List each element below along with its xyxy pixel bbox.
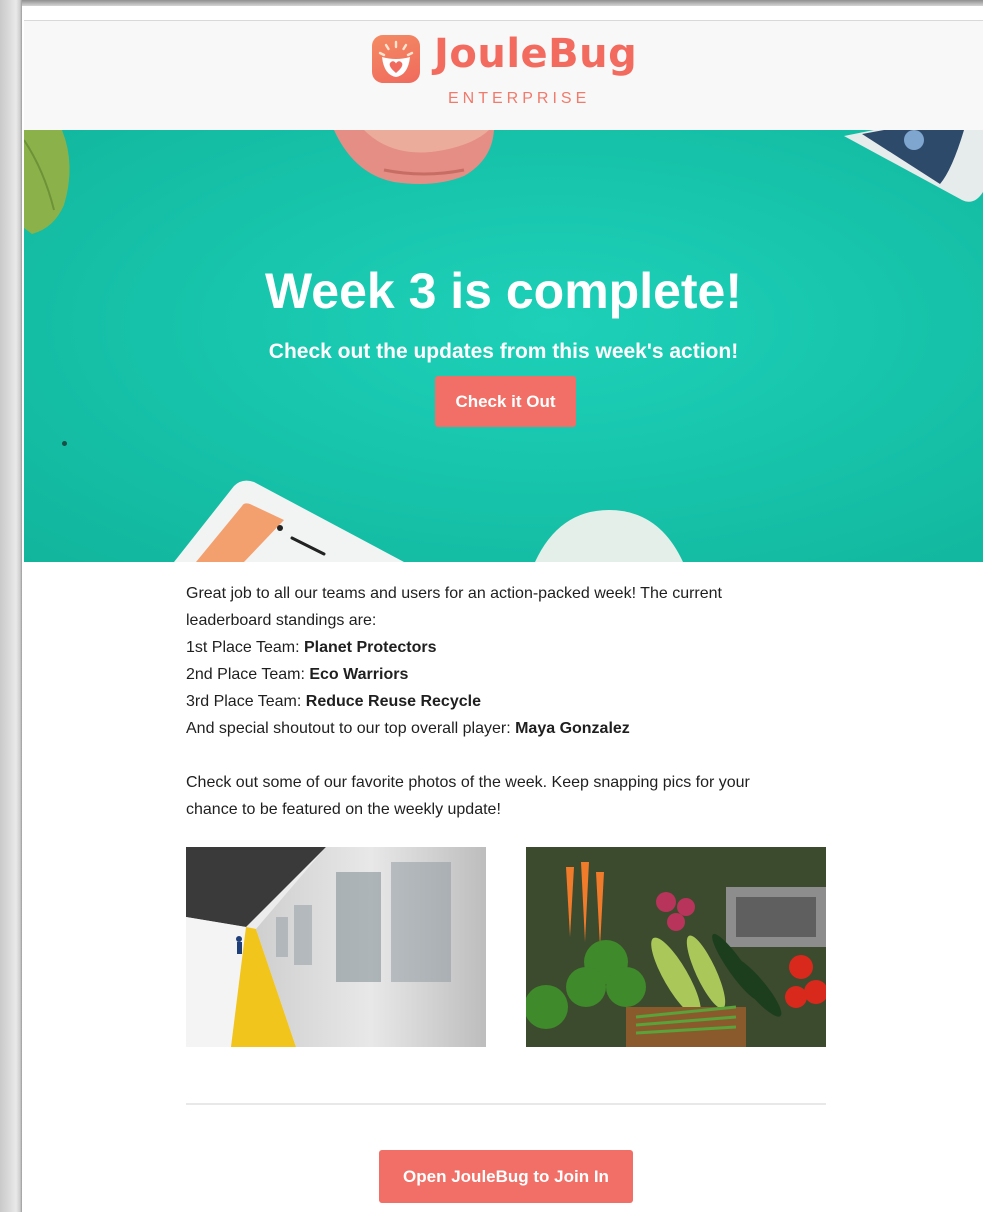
vegetable-market-photo[interactable] [526,847,826,1047]
hero-banner: Week 3 is complete! Check out the update… [24,130,983,562]
standing-label: 2nd Place Team: [186,666,310,683]
photos-intro-line: chance to be featured on the weekly upda… [186,801,501,818]
leaf-decoration [24,130,70,234]
subway-train-photo[interactable] [186,847,486,1047]
intro-line: Great job to all our teams and users for… [186,585,722,602]
phone-decoration-top [844,130,983,202]
joulebug-logo[interactable]: JouleBug ENTERPRISE [372,31,652,115]
logo-wordmark: JouleBug [434,31,638,77]
bulb-decoration [535,510,683,562]
team-name: Eco Warriors [309,666,409,683]
hero-title: Week 3 is complete! [264,263,743,319]
open-joulebug-button[interactable]: Open JouleBug to Join In [379,1150,633,1203]
standing-first: 1st Place Team: Planet Protectors [186,634,836,661]
lightbulb-heart-icon [372,35,420,83]
standing-label: 1st Place Team: [186,639,304,656]
email-header: JouleBug ENTERPRISE [24,20,983,145]
standing-label: 3rd Place Team: [186,693,306,710]
phone-decoration-bottom [174,480,404,562]
email-page: JouleBug ENTERPRISE Week 3 is complete! … [24,6,983,1212]
logo-subtitle: ENTERPRISE [448,90,591,107]
window-left-edge [0,0,22,1212]
email-body: Great job to all our teams and users for… [186,580,836,823]
team-name: Planet Protectors [303,639,437,656]
team-name: Reduce Reuse Recycle [305,693,481,710]
dot-decoration [62,441,67,446]
shoutout-line: And special shoutout to our top overall … [186,715,836,742]
apple-decoration [334,130,494,184]
hero-subtitle: Check out the updates from this week's a… [268,340,739,363]
intro-line: leaderboard standings are: [186,612,377,629]
standing-second: 2nd Place Team: Eco Warriors [186,661,836,688]
photos-intro-line: Check out some of our favorite photos of… [186,774,750,791]
section-divider [186,1103,826,1105]
top-player-name: Maya Gonzalez [515,720,630,737]
shoutout-label: And special shoutout to our top overall … [186,720,516,737]
check-it-out-button[interactable]: Check it Out [435,376,576,427]
photo-gallery [186,847,826,1047]
standing-third: 3rd Place Team: Reduce Reuse Recycle [186,688,836,715]
